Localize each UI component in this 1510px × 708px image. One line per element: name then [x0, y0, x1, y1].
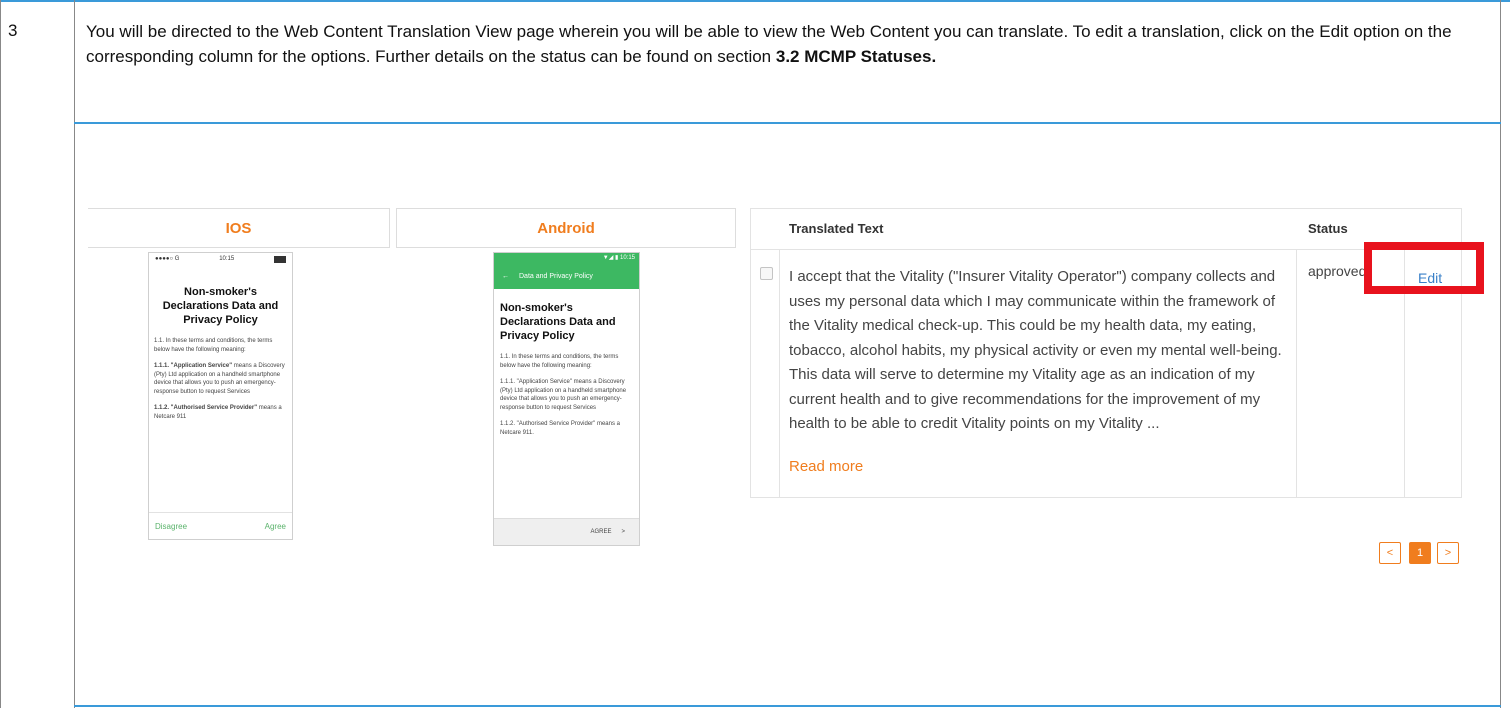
doc-bottom-rule [74, 705, 1501, 707]
android-policy-body: 1.1. In these terms and conditions, the … [500, 353, 633, 437]
section-reference: 3.2 MCMP Statuses. [775, 47, 937, 66]
doc-top-rule [0, 0, 1510, 2]
edit-highlight-box [1364, 242, 1484, 294]
android-agree-button[interactable]: AGREE [590, 529, 611, 535]
pagination-prev-button[interactable]: < [1379, 542, 1401, 564]
col-divider [779, 249, 780, 497]
ios-phone-preview: ●●●●○ G 10:15 Non-smoker's Declarations … [148, 252, 293, 540]
col-header-translated-text: Translated Text [789, 221, 884, 236]
doc-col-rule [74, 0, 75, 708]
row-checkbox[interactable] [760, 267, 773, 280]
doc-left-rule [0, 0, 1, 708]
doc-right-rule [1500, 0, 1501, 708]
android-footer: AGREE > [494, 518, 639, 545]
android-para-2: 1.1.1. "Application Service" means a Dis… [500, 379, 627, 411]
android-para-3: 1.1.2. "Authorised Service Provider" mea… [500, 421, 620, 436]
ios-para-1: 1.1. In these terms and conditions, the … [154, 338, 273, 353]
agree-button[interactable]: Agree [265, 522, 286, 531]
back-arrow-icon[interactable]: ← [502, 273, 509, 280]
android-app-bar: ▼◢ ▮ 10:15 ← Data and Privacy Policy [494, 253, 639, 289]
ios-policy-title: Non-smoker's Declarations Data and Priva… [162, 286, 279, 326]
ios-policy-body: 1.1. In these terms and conditions, the … [154, 337, 287, 421]
step-text: You will be directed to the Web Content … [86, 22, 1452, 66]
android-policy-title: Non-smoker's Declarations Data and Priva… [500, 302, 616, 342]
step-description: You will be directed to the Web Content … [86, 19, 1486, 69]
ios-status-bar: ●●●●○ G 10:15 [149, 253, 292, 265]
android-phone-preview: ▼◢ ▮ 10:15 ← Data and Privacy Policy Non… [493, 252, 640, 546]
step-number: 3 [8, 21, 18, 40]
ios-para-2: 1.1.1. "Application Service" means a Dis… [154, 363, 285, 395]
ios-signal: ●●●●○ G [155, 256, 180, 262]
status-badge: approved [1308, 263, 1367, 279]
android-para-1: 1.1. In these terms and conditions, the … [500, 354, 619, 369]
ios-para-3: 1.1.2. "Authorised Service Provider" mea… [154, 405, 282, 420]
translation-table: Translated Text Status I accept that the… [750, 208, 1462, 498]
doc-inner-rule [74, 122, 1501, 124]
android-bar-title: Data and Privacy Policy [519, 272, 593, 280]
pagination-current-page[interactable]: 1 [1409, 542, 1431, 564]
chevron-right-icon: > [621, 529, 625, 535]
col-divider [1296, 249, 1297, 497]
android-panel-header: Android [396, 208, 736, 248]
col-header-status: Status [1308, 221, 1348, 236]
ios-panel-header: IOS [88, 208, 390, 248]
pagination-next-button[interactable]: > [1437, 542, 1459, 564]
ios-footer: Disagree Agree [149, 512, 292, 539]
battery-icon [273, 255, 286, 263]
read-more-link[interactable]: Read more [789, 458, 863, 475]
android-status-bar: ▼◢ ▮ 10:15 [602, 255, 635, 261]
ios-time: 10:15 [219, 256, 235, 262]
translated-text-cell: I accept that the Vitality ("Insurer Vit… [789, 268, 1282, 432]
disagree-button[interactable]: Disagree [155, 522, 187, 531]
table-header: Translated Text Status [751, 209, 1461, 250]
